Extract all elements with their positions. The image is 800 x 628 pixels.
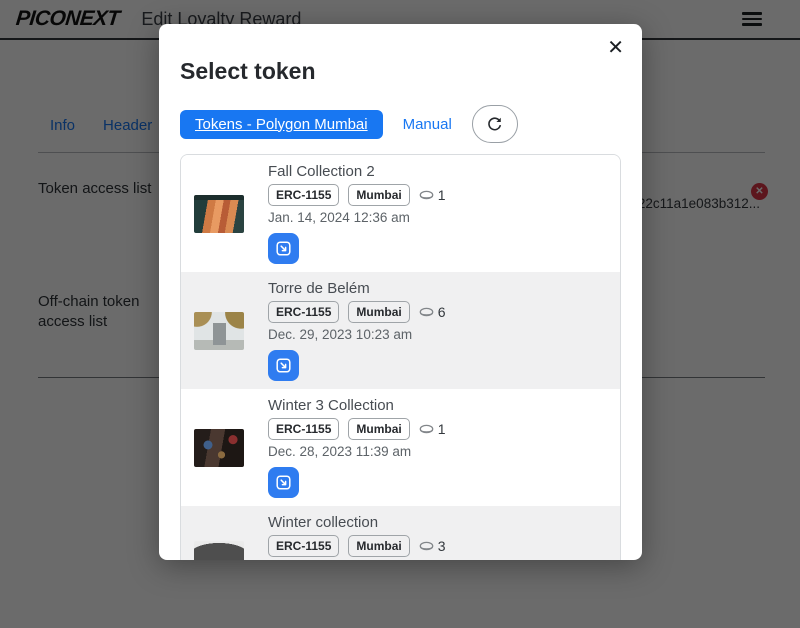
token-count: 6 — [438, 304, 446, 320]
refresh-button[interactable] — [472, 105, 518, 143]
token-name: Winter 3 Collection — [268, 397, 394, 414]
token-thumbnail — [194, 429, 244, 467]
token-name: Torre de Belém — [268, 280, 370, 297]
token-list: Fall Collection 2 ERC-1155 Mumbai 1 Jan.… — [180, 154, 621, 560]
token-standard-badge: ERC-1155 — [268, 184, 339, 206]
select-token-modal: ✕ Select token Tokens - Polygon Mumbai M… — [159, 24, 642, 560]
refresh-icon — [486, 116, 503, 133]
token-standard-badge: ERC-1155 — [268, 418, 339, 440]
token-network-badge: Mumbai — [348, 184, 409, 206]
token-thumbnail — [194, 541, 244, 561]
select-token-button[interactable] — [268, 233, 299, 264]
token-count: 1 — [438, 421, 446, 437]
token-date: Jan. 14, 2024 12:36 am — [268, 210, 410, 225]
token-network-badge: Mumbai — [348, 535, 409, 557]
coin-icon — [419, 424, 434, 435]
token-row: Winter collection ERC-1155 Mumbai 3 Dec.… — [181, 506, 620, 560]
coin-icon — [419, 190, 434, 201]
token-standard-badge: ERC-1155 — [268, 535, 339, 557]
coin-icon — [419, 541, 434, 552]
token-network-badge: Mumbai — [348, 418, 409, 440]
token-row: Fall Collection 2 ERC-1155 Mumbai 1 Jan.… — [181, 155, 620, 272]
tab-manual[interactable]: Manual — [403, 116, 452, 133]
token-date: Dec. 29, 2023 10:23 am — [268, 327, 412, 342]
token-count: 3 — [438, 538, 446, 554]
token-thumbnail — [194, 195, 244, 233]
tab-tokens-polygon-mumbai[interactable]: Tokens - Polygon Mumbai — [180, 110, 383, 139]
token-row: Winter 3 Collection ERC-1155 Mumbai 1 De… — [181, 389, 620, 506]
select-token-button[interactable] — [268, 350, 299, 381]
token-name: Fall Collection 2 — [268, 163, 375, 180]
select-token-button[interactable] — [268, 467, 299, 498]
token-date: Dec. 28, 2023 11:39 am — [268, 444, 411, 459]
close-icon[interactable]: ✕ — [601, 32, 630, 64]
coin-icon — [419, 307, 434, 318]
box-arrow-down-right-icon — [276, 475, 291, 490]
token-network-badge: Mumbai — [348, 301, 409, 323]
modal-title: Select token — [180, 58, 621, 85]
box-arrow-down-right-icon — [276, 241, 291, 256]
token-thumbnail — [194, 312, 244, 350]
box-arrow-down-right-icon — [276, 358, 291, 373]
modal-tabbar: Tokens - Polygon Mumbai Manual — [180, 105, 621, 143]
token-row: Torre de Belém ERC-1155 Mumbai 6 Dec. 29… — [181, 272, 620, 389]
token-name: Winter collection — [268, 514, 378, 531]
token-count: 1 — [438, 187, 446, 203]
token-standard-badge: ERC-1155 — [268, 301, 339, 323]
